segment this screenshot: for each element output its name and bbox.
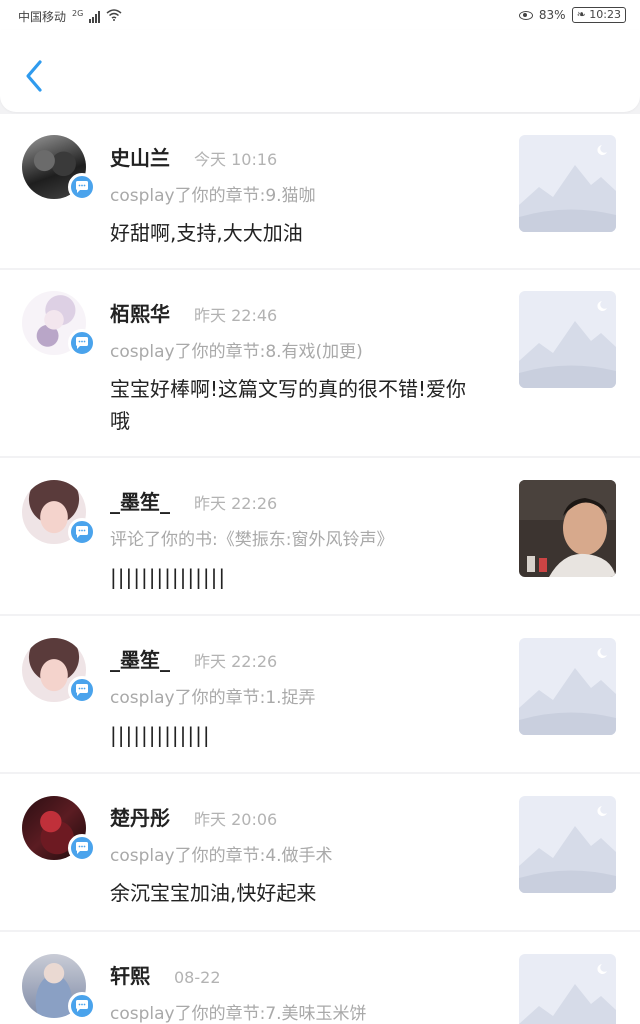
user-name[interactable]: 轩熙 bbox=[110, 960, 150, 989]
chapter-thumbnail[interactable] bbox=[519, 135, 616, 232]
notification-list: 史山兰 今天 10:16 cosplay了你的章节:9.猫咖 好甜啊,支持,大大… bbox=[0, 114, 640, 1024]
comment-text: 宝宝好棒啊!这篇文写的真的很不错!爱你哦 bbox=[110, 377, 467, 433]
book-cover-photo[interactable] bbox=[519, 480, 616, 577]
name-row: _墨笙_ 昨天 22:26 bbox=[110, 644, 277, 673]
timestamp: 昨天 22:26 bbox=[194, 652, 278, 671]
image-placeholder-icon bbox=[519, 291, 616, 388]
list-item[interactable]: 栢熙华 昨天 22:46 cosplay了你的章节:8.有戏(加更) 宝宝好棒啊… bbox=[0, 270, 640, 456]
name-row: 楚丹彤 昨天 20:06 bbox=[110, 802, 277, 831]
signal-icon bbox=[89, 10, 101, 23]
image-placeholder-icon bbox=[519, 135, 616, 232]
image-placeholder-icon bbox=[519, 796, 616, 893]
avatar[interactable] bbox=[22, 796, 96, 862]
comment-text: ||||||||||||||| bbox=[110, 565, 227, 589]
list-item[interactable]: 史山兰 今天 10:16 cosplay了你的章节:9.猫咖 好甜啊,支持,大大… bbox=[0, 114, 640, 268]
header-bar bbox=[0, 30, 640, 112]
comment-badge-icon bbox=[68, 992, 96, 1020]
list-item[interactable]: _墨笙_ 昨天 22:26 cosplay了你的章节:1.捉弄 ||||||||… bbox=[0, 616, 640, 772]
status-bar: 中国移动 2G 83% ❧ 10:23 bbox=[0, 0, 640, 30]
comment-badge-icon bbox=[68, 329, 96, 357]
leaf-icon: ❧ bbox=[576, 8, 586, 21]
chapter-thumbnail[interactable] bbox=[519, 638, 616, 735]
chapter-thumbnail[interactable] bbox=[519, 954, 616, 1024]
chapter-thumbnail[interactable] bbox=[519, 291, 616, 388]
list-item[interactable]: 楚丹彤 昨天 20:06 cosplay了你的章节:4.做手术 余沉宝宝加油,快… bbox=[0, 774, 640, 930]
back-button[interactable] bbox=[20, 58, 50, 94]
comment-badge-icon bbox=[68, 518, 96, 546]
image-placeholder-icon bbox=[519, 954, 616, 1024]
name-row: 史山兰 今天 10:16 bbox=[110, 142, 277, 171]
chapter-thumbnail[interactable] bbox=[519, 796, 616, 893]
avatar[interactable] bbox=[22, 135, 96, 201]
name-row: 轩熙 08-22 bbox=[110, 960, 221, 989]
avatar[interactable] bbox=[22, 954, 96, 1020]
action-text: cosplay了你的章节:4.做手术 bbox=[110, 846, 333, 866]
action-text: cosplay了你的章节:1.捉弄 bbox=[110, 688, 316, 708]
carrier-label: 中国移动 bbox=[18, 10, 67, 24]
timestamp: 今天 10:16 bbox=[194, 150, 278, 169]
action-text: cosplay了你的章节:9.猫咖 bbox=[110, 186, 316, 206]
action-text: 评论了你的书:《樊振东:窗外风铃声》 bbox=[110, 530, 394, 550]
wifi-icon bbox=[106, 9, 122, 24]
comment-badge-icon bbox=[68, 834, 96, 862]
action-text: cosplay了你的章节:7.美味玉米饼 bbox=[110, 1004, 367, 1024]
image-placeholder-icon bbox=[519, 638, 616, 735]
comment-text: 好甜啊,支持,大大加油 bbox=[110, 221, 303, 245]
eye-comfort-icon bbox=[518, 10, 533, 20]
user-name[interactable]: 楚丹彤 bbox=[110, 802, 170, 831]
chevron-left-icon bbox=[26, 60, 42, 92]
user-name[interactable]: _墨笙_ bbox=[110, 644, 170, 673]
comment-text: ||||||||||||| bbox=[110, 723, 211, 747]
avatar[interactable] bbox=[22, 638, 96, 704]
network-label: 2G bbox=[72, 9, 84, 18]
person-photo-image bbox=[519, 480, 616, 577]
comment-badge-icon bbox=[68, 173, 96, 201]
timestamp: 昨天 20:06 bbox=[194, 810, 278, 829]
user-name[interactable]: _墨笙_ bbox=[110, 486, 170, 515]
battery-time-indicator: ❧ 10:23 bbox=[571, 7, 626, 23]
status-time: 10:23 bbox=[589, 8, 621, 21]
user-name[interactable]: 史山兰 bbox=[110, 142, 170, 171]
avatar[interactable] bbox=[22, 291, 96, 357]
timestamp: 08-22 bbox=[174, 968, 221, 987]
name-row: 栢熙华 昨天 22:46 bbox=[110, 298, 277, 327]
avatar[interactable] bbox=[22, 480, 96, 546]
timestamp: 昨天 22:46 bbox=[194, 306, 278, 325]
action-text: cosplay了你的章节:8.有戏(加更) bbox=[110, 342, 363, 362]
battery-label: 83% bbox=[538, 8, 566, 22]
list-item[interactable]: 轩熙 08-22 cosplay了你的章节:7.美味玉米饼 bbox=[0, 932, 640, 1024]
comment-badge-icon bbox=[68, 676, 96, 704]
comment-text: 余沉宝宝加油,快好起来 bbox=[110, 881, 317, 905]
user-name[interactable]: 栢熙华 bbox=[110, 298, 170, 327]
list-item[interactable]: _墨笙_ 昨天 22:26 评论了你的书:《樊振东:窗外风铃声》 |||||||… bbox=[0, 458, 640, 614]
timestamp: 昨天 22:26 bbox=[194, 494, 278, 513]
name-row: _墨笙_ 昨天 22:26 bbox=[110, 486, 277, 515]
